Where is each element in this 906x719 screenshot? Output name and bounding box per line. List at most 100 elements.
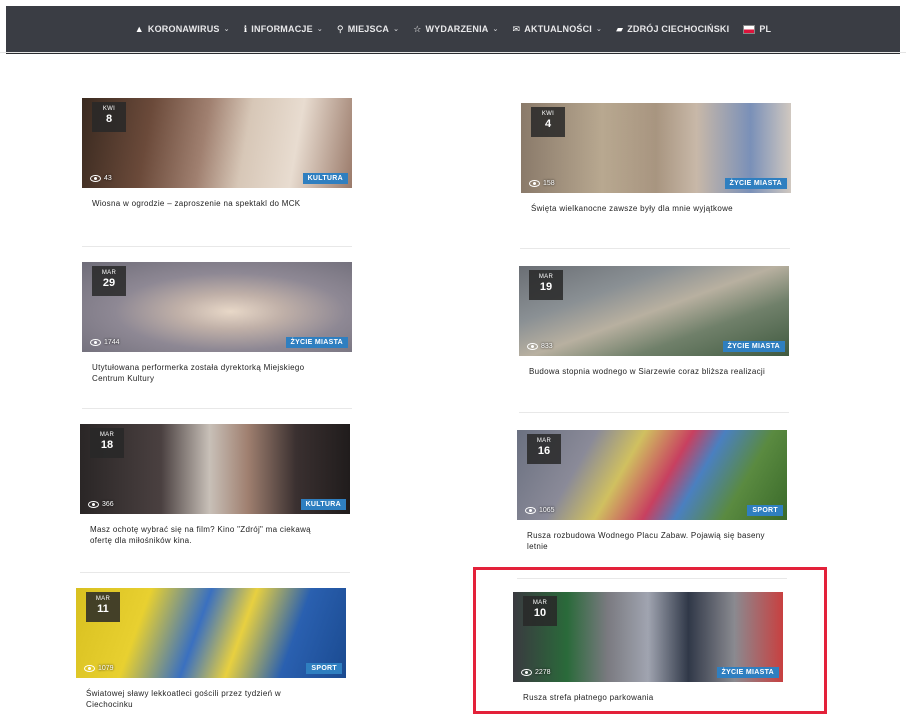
date-month: MAR <box>538 274 554 280</box>
date-month: KWI <box>541 111 555 117</box>
article-thumbnail[interactable]: KWI 4 158 ŻYCIE MIASTA <box>521 103 791 193</box>
view-count-value: 43 <box>104 175 112 182</box>
article-title[interactable]: Święta wielkanocne zawsze były dla mnie … <box>531 203 771 214</box>
article-thumbnail[interactable]: MAR 10 2278 ŻYCIE MIASTA <box>513 592 783 682</box>
view-count: 2278 <box>521 669 551 676</box>
chevron-down-icon: ⌄ <box>223 26 230 33</box>
date-badge: KWI 4 <box>531 107 565 137</box>
category-badge[interactable]: SPORT <box>306 663 342 674</box>
article-title[interactable]: Budowa stopnia wodnego w Siarzewie coraz… <box>529 366 769 377</box>
article-card[interactable]: MAR 16 1065 SPORT Rusza rozbudowa Wodneg… <box>517 430 787 552</box>
date-day: 18 <box>100 439 114 451</box>
eye-icon <box>88 501 99 508</box>
article-card-highlighted[interactable]: MAR 10 2278 ŻYCIE MIASTA Rusza strefa pł… <box>513 592 783 703</box>
chevron-down-icon: ⌄ <box>596 26 603 33</box>
eye-icon <box>84 665 95 672</box>
nav-label: WYDARZENIA <box>425 24 489 34</box>
category-badge[interactable]: ŻYCIE MIASTA <box>285 337 348 348</box>
view-count-value: 833 <box>541 343 553 350</box>
view-count: 158 <box>529 180 555 187</box>
view-count: 1744 <box>90 339 120 346</box>
article-title[interactable]: Utytułowana performerka została dyrektor… <box>92 362 332 384</box>
date-badge: KWI 8 <box>92 102 126 132</box>
poland-flag-icon <box>743 24 756 34</box>
article-thumbnail[interactable]: KWI 8 43 KULTURA <box>82 98 352 188</box>
nav-label: KORONAWIRUS <box>147 24 220 34</box>
category-badge[interactable]: ŻYCIE MIASTA <box>716 667 779 678</box>
view-count-value: 2278 <box>535 669 551 676</box>
eye-icon <box>521 669 532 676</box>
article-title[interactable]: Światowej sławy lekkoatleci gościli prze… <box>86 688 326 710</box>
eye-icon <box>527 343 538 350</box>
article-card[interactable]: MAR 18 366 KULTURA Masz ochotę wybrać si… <box>80 424 350 546</box>
date-month: MAR <box>536 438 552 444</box>
date-month: MAR <box>99 432 115 438</box>
nav-item-miejsca[interactable]: ⚲ MIEJSCA ⌄ <box>337 24 399 34</box>
eye-icon <box>529 180 540 187</box>
row-divider <box>520 248 790 249</box>
date-month: MAR <box>101 270 117 276</box>
chevron-down-icon: ⌄ <box>393 26 400 33</box>
view-count-value: 366 <box>102 501 114 508</box>
row-divider <box>519 412 789 413</box>
category-badge[interactable]: KULTURA <box>300 499 346 510</box>
view-count: 43 <box>90 175 112 182</box>
nav-item-wydarzenia[interactable]: ☆ WYDARZENIA ⌄ <box>413 24 498 34</box>
article-title[interactable]: Rusza strefa płatnego parkowania <box>523 692 763 703</box>
nav-item-zdroj-ciechocinski[interactable]: ▰ ZDRÓJ CIECHOCIŃSKI <box>616 24 729 34</box>
article-thumbnail[interactable]: MAR 16 1065 SPORT <box>517 430 787 520</box>
article-title[interactable]: Rusza rozbudowa Wodnego Placu Zabaw. Poj… <box>527 530 767 552</box>
nav-item-koronawirus[interactable]: ▲ KORONAWIRUS ⌄ <box>135 24 230 34</box>
article-card[interactable]: MAR 19 833 ŻYCIE MIASTA Budowa stopnia w… <box>519 266 789 377</box>
category-badge[interactable]: KULTURA <box>302 173 348 184</box>
book-icon: ▰ <box>616 23 624 34</box>
date-badge: MAR 19 <box>529 270 563 300</box>
date-badge: MAR 10 <box>523 596 557 626</box>
row-divider <box>80 572 350 573</box>
date-day: 11 <box>97 603 109 615</box>
article-card[interactable]: MAR 29 1744 ŻYCIE MIASTA Utytułowana per… <box>82 262 352 384</box>
article-title[interactable]: Wiosna w ogrodzie – zaproszenie na spekt… <box>92 198 332 209</box>
date-month: KWI <box>102 106 116 112</box>
category-badge[interactable]: SPORT <box>747 505 783 516</box>
view-count: 833 <box>527 343 553 350</box>
date-badge: MAR 29 <box>92 266 126 296</box>
article-card[interactable]: MAR 11 1079 SPORT Światowej sławy lekkoa… <box>76 588 346 710</box>
category-badge[interactable]: ŻYCIE MIASTA <box>722 341 785 352</box>
nav-item-aktualnosci[interactable]: ✉ AKTUALNOŚCI ⌄ <box>513 24 603 34</box>
view-count: 1065 <box>525 507 555 514</box>
language-switcher[interactable]: PL <box>743 24 771 34</box>
article-card[interactable]: KWI 8 43 KULTURA Wiosna w ogrodzie – zap… <box>82 98 352 209</box>
warning-icon: ▲ <box>134 23 144 34</box>
category-badge[interactable]: ŻYCIE MIASTA <box>724 178 787 189</box>
article-card[interactable]: KWI 4 158 ŻYCIE MIASTA Święta wielkanocn… <box>521 103 791 214</box>
article-thumbnail[interactable]: MAR 29 1744 ŻYCIE MIASTA <box>82 262 352 352</box>
row-divider <box>82 408 352 409</box>
date-badge: MAR 11 <box>86 592 120 622</box>
date-month: MAR <box>532 600 548 606</box>
nav-label: AKTUALNOŚCI <box>524 24 592 34</box>
main-navigation: ▲ KORONAWIRUS ⌄ ℹ INFORMACJE ⌄ ⚲ MIEJSCA… <box>6 6 900 54</box>
date-day: 10 <box>533 607 547 619</box>
view-count-value: 1744 <box>104 339 120 346</box>
date-day: 19 <box>539 281 553 293</box>
nav-item-informacje[interactable]: ℹ INFORMACJE ⌄ <box>244 24 323 34</box>
article-thumbnail[interactable]: MAR 11 1079 SPORT <box>76 588 346 678</box>
date-day: 4 <box>544 118 552 130</box>
eye-icon <box>525 507 536 514</box>
article-title[interactable]: Masz ochotę wybrać się na film? Kino "Zd… <box>90 524 330 546</box>
row-divider <box>517 578 787 579</box>
article-thumbnail[interactable]: MAR 19 833 ŻYCIE MIASTA <box>519 266 789 356</box>
chevron-down-icon: ⌄ <box>316 26 323 33</box>
date-badge: MAR 18 <box>90 428 124 458</box>
language-label: PL <box>759 24 772 34</box>
eye-icon <box>90 175 101 182</box>
date-badge: MAR 16 <box>527 434 561 464</box>
date-month: MAR <box>95 596 111 602</box>
nav-label: ZDRÓJ CIECHOCIŃSKI <box>627 24 730 34</box>
header-divider <box>0 52 906 53</box>
nav-label: MIEJSCA <box>347 24 390 34</box>
newspaper-icon: ✉ <box>512 23 521 34</box>
date-day: 16 <box>537 445 551 457</box>
article-thumbnail[interactable]: MAR 18 366 KULTURA <box>80 424 350 514</box>
